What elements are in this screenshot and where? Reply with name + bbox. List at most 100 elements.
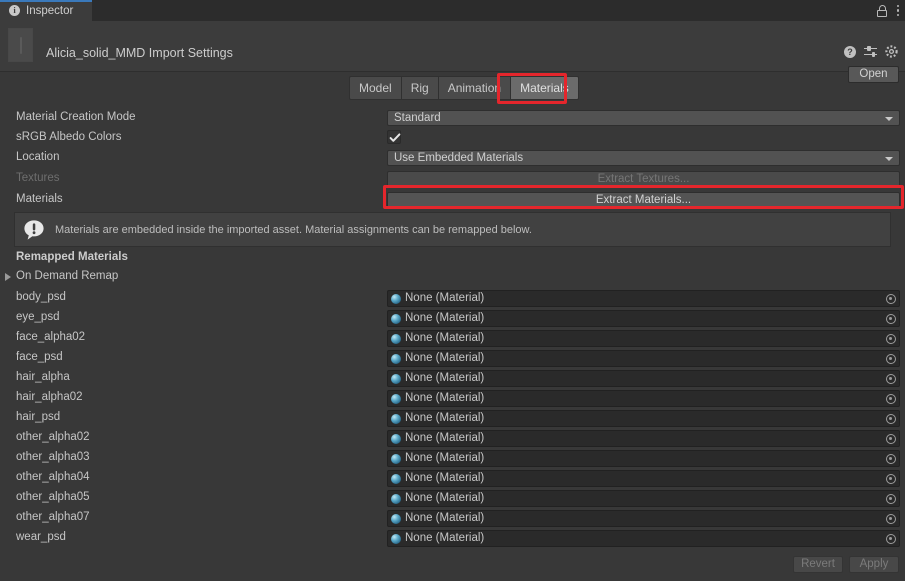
tab-inspector[interactable]: i Inspector: [0, 0, 92, 21]
material-slot-label: body_psd: [16, 291, 66, 303]
dropdown-location[interactable]: Use Embedded Materials: [387, 150, 900, 166]
material-object-value: None (Material): [405, 492, 485, 504]
material-object-field[interactable]: None (Material): [387, 410, 900, 427]
material-sphere-icon: [391, 513, 401, 524]
material-object-field[interactable]: None (Material): [387, 430, 900, 447]
material-object-value: None (Material): [405, 452, 485, 464]
extract-materials-button[interactable]: Extract Materials...: [387, 192, 900, 208]
object-picker-icon[interactable]: [886, 294, 896, 304]
checkbox-srgb-albedo-colors[interactable]: [387, 130, 401, 144]
material-object-field[interactable]: None (Material): [387, 350, 900, 367]
kebab-menu-icon[interactable]: [896, 4, 899, 17]
row-srgb-albedo-colors: sRGB Albedo Colors: [0, 128, 905, 148]
label-material-creation-mode: Material Creation Mode: [16, 111, 136, 123]
revert-button: Revert: [793, 556, 843, 573]
warning-info-icon: [23, 219, 45, 241]
material-object-value: None (Material): [405, 372, 485, 384]
lock-icon[interactable]: [877, 4, 888, 17]
dropdown-location-value: Use Embedded Materials: [394, 152, 524, 164]
material-slot-label: face_psd: [16, 351, 63, 363]
material-slot-label: other_alpha02: [16, 431, 90, 443]
section-title-remapped-materials: Remapped Materials: [16, 251, 128, 263]
table-row: hair_psd None (Material): [0, 408, 905, 428]
row-material-creation-mode: Material Creation Mode Standard: [0, 108, 905, 128]
material-sphere-icon: [391, 493, 401, 504]
material-slot-label: other_alpha07: [16, 511, 90, 523]
preset-icon[interactable]: [864, 45, 877, 58]
gear-icon[interactable]: [885, 45, 898, 58]
object-picker-icon[interactable]: [886, 494, 896, 504]
dropdown-material-creation-mode[interactable]: Standard: [387, 110, 900, 126]
tab-animation[interactable]: Animation: [437, 76, 511, 100]
material-object-field[interactable]: None (Material): [387, 450, 900, 467]
info-icon: i: [9, 5, 20, 16]
object-picker-icon[interactable]: [886, 394, 896, 404]
material-slot-label: wear_psd: [16, 531, 66, 543]
checkmark-icon: [389, 133, 401, 142]
object-picker-icon[interactable]: [886, 454, 896, 464]
object-picker-icon[interactable]: [886, 414, 896, 424]
tabstrip-actions: [877, 0, 899, 21]
material-object-field[interactable]: None (Material): [387, 510, 900, 527]
chevron-down-icon: [885, 157, 893, 161]
material-slot-label: face_alpha02: [16, 331, 86, 343]
material-object-field[interactable]: None (Material): [387, 290, 900, 307]
material-slot-label: hair_psd: [16, 411, 61, 423]
material-object-field[interactable]: None (Material): [387, 490, 900, 507]
table-row: wear_psd None (Material): [0, 528, 905, 548]
table-row: hair_alpha None (Material): [0, 368, 905, 388]
apply-button: Apply: [849, 556, 899, 573]
material-object-value: None (Material): [405, 472, 485, 484]
material-object-field[interactable]: None (Material): [387, 310, 900, 327]
object-picker-icon[interactable]: [886, 354, 896, 364]
info-message-box: Materials are embedded inside the import…: [14, 212, 891, 247]
material-object-field[interactable]: None (Material): [387, 330, 900, 347]
inspector-window: i Inspector Alicia_solid_MMD Import Sett…: [0, 0, 905, 581]
chevron-right-icon[interactable]: [5, 273, 11, 281]
material-object-value: None (Material): [405, 432, 485, 444]
extract-textures-button: Extract Textures...: [387, 171, 900, 187]
table-row: other_alpha04 None (Material): [0, 468, 905, 488]
material-object-field[interactable]: None (Material): [387, 390, 900, 407]
label-srgb-albedo-colors: sRGB Albedo Colors: [16, 131, 122, 143]
material-sphere-icon: [391, 413, 401, 424]
object-picker-icon[interactable]: [886, 474, 896, 484]
material-sphere-icon: [391, 393, 401, 404]
material-object-value: None (Material): [405, 412, 485, 424]
material-sphere-icon: [391, 373, 401, 384]
material-object-field[interactable]: None (Material): [387, 470, 900, 487]
material-object-value: None (Material): [405, 532, 485, 544]
label-materials: Materials: [16, 193, 63, 205]
material-object-value: None (Material): [405, 312, 485, 324]
asset-preview-thumbnail[interactable]: [8, 28, 33, 62]
object-picker-icon[interactable]: [886, 434, 896, 444]
material-object-field[interactable]: None (Material): [387, 530, 900, 547]
material-slot-label: eye_psd: [16, 311, 60, 323]
material-sphere-icon: [391, 333, 401, 344]
footer-bar: Revert Apply: [0, 551, 905, 581]
tab-model[interactable]: Model: [349, 76, 401, 100]
object-picker-icon[interactable]: [886, 514, 896, 524]
material-object-field[interactable]: None (Material): [387, 370, 900, 387]
material-slot-label: hair_alpha: [16, 371, 70, 383]
open-button[interactable]: Open: [848, 66, 899, 83]
chevron-down-icon: [885, 117, 893, 121]
help-icon[interactable]: ?: [844, 45, 856, 58]
page-title: Alicia_solid_MMD Import Settings: [46, 46, 233, 60]
object-picker-icon[interactable]: [886, 314, 896, 324]
asset-header: Alicia_solid_MMD Import Settings ? Open: [0, 21, 905, 83]
window-tabstrip: i Inspector: [0, 0, 905, 21]
tab-materials[interactable]: Materials: [510, 76, 579, 100]
material-slot-label: other_alpha03: [16, 451, 90, 463]
foldout-on-demand-remap[interactable]: On Demand Remap: [0, 267, 905, 287]
header-icon-group: ?: [844, 45, 898, 58]
material-object-value: None (Material): [405, 292, 485, 304]
material-slot-label: hair_alpha02: [16, 391, 83, 403]
material-slot-label: other_alpha04: [16, 471, 90, 483]
importer-tab-bar: Model Rig Animation Materials: [349, 76, 579, 100]
object-picker-icon[interactable]: [886, 534, 896, 544]
object-picker-icon[interactable]: [886, 374, 896, 384]
material-sphere-icon: [391, 453, 401, 464]
object-picker-icon[interactable]: [886, 334, 896, 344]
tab-rig[interactable]: Rig: [400, 76, 438, 100]
